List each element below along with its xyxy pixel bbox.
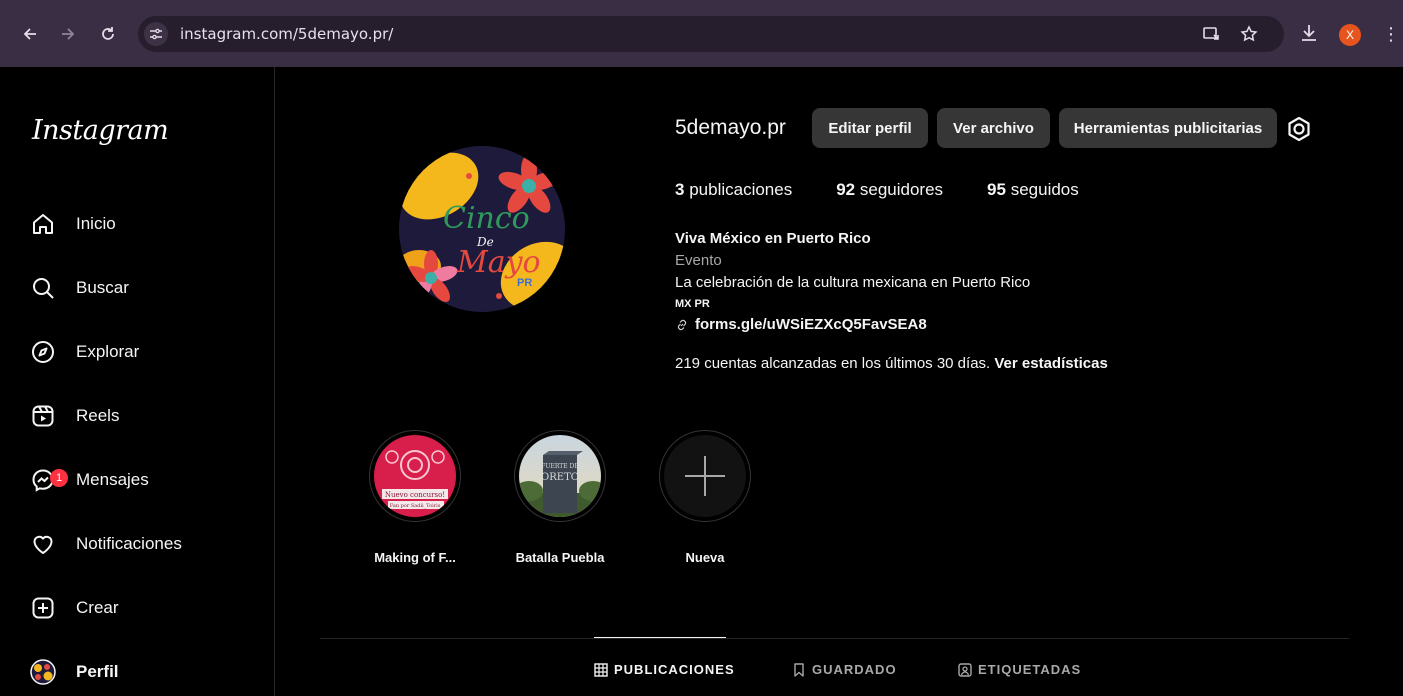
highlight-making-of[interactable]: Nuevo concurso! Fan por Sadii_Toiris Mak… — [367, 430, 463, 565]
highlight-ring — [659, 430, 751, 522]
download-icon[interactable] — [1298, 22, 1322, 46]
highlight-new[interactable]: Nueva — [657, 430, 753, 565]
settings-gear-icon[interactable] — [1286, 116, 1312, 142]
stat-following-label: seguidos — [1010, 180, 1079, 199]
messenger-icon: 1 — [30, 467, 68, 493]
sidebar-item-reels[interactable]: Reels — [30, 396, 260, 436]
highlight-batalla-puebla[interactable]: FUERTE DE ORETO Batalla Puebla — [512, 430, 608, 565]
sidebar-item-label: Inicio — [76, 214, 116, 233]
stat-posts-count: 3 — [675, 180, 685, 199]
sidebar-item-label: Mensajes — [76, 470, 149, 489]
highlight-caption: Batalla Puebla — [515, 550, 605, 565]
profile-bio: Viva México en Puerto Rico Evento La cel… — [675, 228, 1030, 336]
tab-label: GUARDADO — [812, 662, 897, 677]
sidebar-item-label: Explorar — [76, 342, 140, 361]
reels-icon — [30, 403, 56, 429]
bookmark-star-icon[interactable] — [1238, 23, 1260, 45]
highlight-sign-bottom: ORETO — [541, 472, 579, 483]
highlight-overlay-bottom: Fan por Sadii_Toiris — [390, 503, 441, 509]
reload-icon[interactable] — [96, 22, 120, 46]
tag-icon — [958, 662, 972, 677]
bio-link[interactable]: forms.gle/uWSiEZXcQ5FavSEA8 — [675, 314, 1030, 336]
sidebar-item-notificaciones[interactable]: Notificaciones — [30, 524, 260, 564]
sidebar-item-perfil[interactable]: Perfil — [30, 652, 260, 692]
sidebar-item-label: Crear — [76, 598, 119, 617]
pic-text-cinco: Cinco — [443, 201, 530, 236]
stat-followers-count: 92 — [836, 180, 856, 199]
sidebar-item-label: Notificaciones — [76, 534, 182, 553]
pic-text-pr: PR — [517, 277, 532, 289]
install-app-icon[interactable] — [1200, 23, 1222, 45]
reach-text: 219 cuentas alcanzadas en los últimos 30… — [675, 355, 991, 372]
bio-name: Viva México en Puerto Rico — [675, 230, 871, 247]
highlight-sign-top: FUERTE DE — [541, 463, 579, 470]
more-menu-icon[interactable]: ⋮ — [1382, 22, 1400, 46]
site-settings-icon[interactable] — [144, 22, 168, 46]
sidebar: Instagram Inicio Buscar Explorar Reels 1… — [0, 67, 275, 696]
bio-description: La celebración de la cultura mexicana en… — [675, 274, 1031, 291]
profile-avatar-small — [30, 659, 56, 685]
highlight-caption: Nueva — [685, 550, 725, 565]
bio-flags: MX PR — [675, 298, 710, 310]
sidebar-item-label: Reels — [76, 406, 120, 425]
search-icon — [30, 275, 56, 301]
sidebar-item-explorar[interactable]: Explorar — [30, 332, 260, 372]
tab-label: ETIQUETADAS — [978, 662, 1082, 677]
bookmark-icon — [794, 662, 804, 677]
new-highlight-plus — [664, 435, 746, 517]
sidebar-item-crear[interactable]: Crear — [30, 588, 260, 628]
view-stats-link[interactable]: Ver estadísticas — [994, 355, 1107, 372]
stat-posts-label: publicaciones — [689, 180, 793, 199]
pic-text-mayo: Mayo — [456, 245, 541, 280]
stat-following-count: 95 — [987, 180, 1006, 199]
sidebar-item-mensajes[interactable]: 1 Mensajes — [30, 460, 260, 500]
tab-label: PUBLICACIONES — [614, 662, 735, 677]
profile-username: 5demayo.pr — [675, 116, 786, 139]
plus-icon — [685, 456, 725, 496]
highlight-cover-image: FUERTE DE ORETO — [519, 435, 601, 517]
stat-posts[interactable]: 3 publicaciones — [675, 180, 792, 200]
compass-icon — [30, 339, 56, 365]
url-text: instagram.com/5demayo.pr/ — [180, 25, 394, 43]
sidebar-item-buscar[interactable]: Buscar — [30, 268, 260, 308]
instagram-logo[interactable]: Instagram — [32, 115, 169, 146]
highlight-cover-image: Nuevo concurso! Fan por Sadii_Toiris — [374, 435, 456, 517]
highlight-ring: Nuevo concurso! Fan por Sadii_Toiris — [369, 430, 461, 522]
browser-profile-avatar[interactable]: X — [1339, 24, 1361, 46]
highlight-ring: FUERTE DE ORETO — [514, 430, 606, 522]
stat-followers-label: seguidores — [859, 180, 944, 199]
reach-summary: 219 cuentas alcanzadas en los últimos 30… — [675, 355, 1108, 372]
forward-arrow-icon[interactable] — [56, 22, 80, 46]
stat-following[interactable]: 95 seguidos — [987, 180, 1079, 200]
sidebar-item-label: Buscar — [76, 278, 129, 297]
notification-badge: 1 — [50, 469, 68, 487]
tab-guardado[interactable]: GUARDADO — [792, 662, 897, 677]
edit-profile-button[interactable]: Editar perfil — [812, 108, 928, 148]
sidebar-item-label: Perfil — [76, 662, 119, 681]
plus-square-icon — [30, 595, 56, 621]
view-archive-button[interactable]: Ver archivo — [937, 108, 1050, 148]
heart-icon — [30, 531, 56, 557]
browser-toolbar: instagram.com/5demayo.pr/ X ⋮ — [0, 0, 1403, 67]
bio-category: Evento — [675, 252, 722, 269]
tab-publicaciones[interactable]: PUBLICACIONES — [594, 662, 735, 677]
home-icon — [30, 211, 56, 237]
back-arrow-icon[interactable] — [18, 22, 42, 46]
grid-icon — [594, 662, 608, 677]
stat-followers[interactable]: 92 seguidores — [836, 180, 943, 200]
profile-stats: 3 publicaciones 92 seguidores 95 seguido… — [675, 180, 1079, 200]
active-tab-indicator — [594, 637, 726, 638]
profile-picture[interactable]: Cinco De Mayo PR — [399, 146, 565, 312]
tabs-divider — [320, 638, 1349, 639]
bio-link-text: forms.gle/uWSiEZXcQ5FavSEA8 — [695, 316, 927, 333]
highlight-caption: Making of F... — [374, 550, 456, 565]
address-bar[interactable]: instagram.com/5demayo.pr/ — [138, 16, 1284, 52]
ad-tools-button[interactable]: Herramientas publicitarias — [1059, 108, 1277, 148]
link-icon — [677, 319, 687, 331]
tab-etiquetadas[interactable]: ETIQUETADAS — [958, 662, 1081, 677]
highlight-overlay-top: Nuevo concurso! — [385, 491, 445, 499]
sidebar-item-inicio[interactable]: Inicio — [30, 204, 260, 244]
